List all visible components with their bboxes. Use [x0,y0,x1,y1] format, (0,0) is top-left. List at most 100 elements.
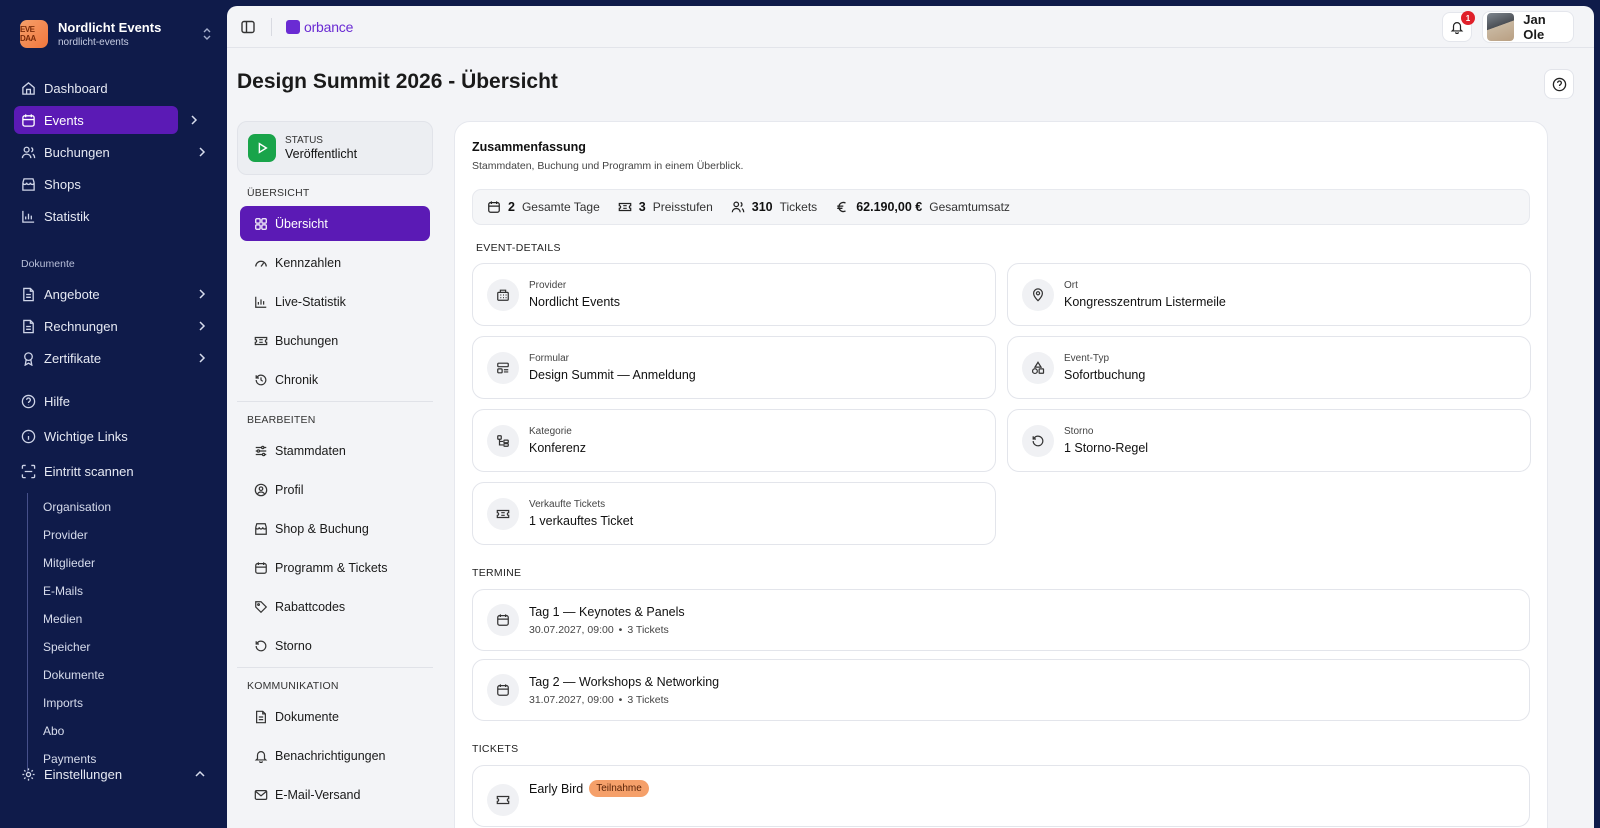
sidebar-item-label: Eintritt scannen [44,464,134,479]
subnav-item-label: Programm & Tickets [275,560,388,575]
sidebar-item-label: Zertifikate [44,350,102,366]
stat-price-tiers: 3 Preisstufen [618,200,713,214]
award-icon [21,351,36,366]
chevron-right-icon [198,288,206,300]
detail-card-event-typ[interactable]: Event-Typ Sofortbuchung [1007,336,1531,399]
ticket-icon [487,497,519,530]
notifications-button[interactable]: 1 [1442,11,1475,42]
mail-icon [254,788,268,802]
main-panel: orbance 1 Jan Ole Design Summit 2026 - Ü… [227,6,1594,828]
subnav-item-label: Dokumente [275,709,339,724]
termin-card[interactable]: Tag 1 — Keynotes & Panels 30.07.2027, 09… [472,589,1530,651]
subnav-item-uebersicht[interactable]: Übersicht [240,206,430,241]
sidebar-item-wichtige-links[interactable]: Wichtige Links [14,421,212,452]
bar-chart-icon [254,295,268,309]
tickets-label: TICKETS [472,743,519,755]
detail-value: Nordlicht Events [529,295,621,309]
detail-caption: Verkaufte Tickets [529,499,606,510]
subnav-item-label: Shop & Buchung [275,521,369,536]
submenu-item-imports[interactable]: Imports [43,689,212,717]
org-switcher[interactable]: EVE DAA Nordlicht Events nordlicht-event… [14,14,212,54]
gauge-icon [254,256,268,270]
submenu-item-organisation[interactable]: Organisation [43,493,212,521]
subnav-item-dokumente[interactable]: Dokumente [240,699,430,734]
subnav-item-storno[interactable]: Storno [240,628,430,663]
sidebar-item-label: Angebote [44,286,100,302]
submenu-item-dokumente[interactable]: Dokumente [43,661,212,689]
termin-card[interactable]: Tag 2 — Workshops & Networking 31.07.202… [472,659,1530,721]
submenu-item-mitglieder[interactable]: Mitglieder [43,549,212,577]
sidebar-toggle-icon[interactable] [239,18,257,36]
sidebar-item-shops[interactable]: Shops [14,170,212,198]
detail-card-formular[interactable]: Formular Design Summit — Anmeldung [472,336,996,399]
document-icon [254,710,268,724]
subnav-item-label: Storno [275,638,312,653]
event-subnav: STATUS Veröffentlicht ÜBERSICHT Übersich… [237,121,433,816]
submenu-item-provider[interactable]: Provider [43,521,212,549]
status-card[interactable]: STATUS Veröffentlicht [237,121,433,175]
sidebar-item-rechnungen[interactable]: Rechnungen [14,312,212,340]
sidebar-item-dashboard[interactable]: Dashboard [14,74,212,102]
sidebar-item-label: Wichtige Links [44,429,128,444]
stat-revenue: 62.190,00 € Gesamtumsatz [835,200,1010,214]
euro-icon [835,200,849,214]
stat-value: 310 [751,200,773,214]
detail-card-verkaufte-tickets[interactable]: Verkaufte Tickets 1 verkauftes Ticket [472,482,996,545]
sidebar-item-events[interactable]: Events [14,106,178,134]
notification-badge: 1 [1461,11,1475,25]
subnav-item-programm-tickets[interactable]: Programm & Tickets [240,550,430,585]
chevron-up-down-icon [202,27,212,41]
detail-card-storno[interactable]: Storno 1 Storno-Regel [1007,409,1531,472]
submenu-item-abo[interactable]: Abo [43,717,212,745]
subnav-item-e-mail-versand[interactable]: E-Mail-Versand [240,777,430,812]
sidebar-item-angebote[interactable]: Angebote [14,280,212,308]
stat-value: 3 [638,200,646,214]
subnav-item-chronik[interactable]: Chronik [240,362,430,397]
sidebar-item-statistik[interactable]: Statistik [14,202,212,230]
calendar-icon [21,113,36,128]
ticket-card[interactable]: Early Bird Teilnahme [472,765,1530,827]
subnav-item-benachrichtigungen[interactable]: Benachrichtigungen [240,738,430,773]
submenu-item-medien[interactable]: Medien [43,605,212,633]
detail-value: Design Summit — Anmeldung [529,368,696,382]
play-icon [248,134,276,162]
help-button[interactable] [1544,69,1574,99]
subnav-item-shop-buchung[interactable]: Shop & Buchung [240,511,430,546]
sliders-icon [254,444,268,458]
chevron-right-icon[interactable] [190,114,198,126]
subnav-section-bearbeiten: BEARBEITEN [247,414,316,426]
sidebar-item-buchungen[interactable]: Buchungen [14,138,212,166]
termin-date: 30.07.2027, 09:00 [529,623,614,636]
org-slug: nordlicht-events [58,37,129,48]
sidebar-item-hilfe[interactable]: Hilfe [14,386,212,417]
user-menu-button[interactable]: Jan Ole [1482,11,1574,43]
subnav-item-label: Live-Statistik [275,294,346,309]
sidebar-item-label: Statistik [44,208,90,224]
termin-tickets: 3 Tickets [627,693,669,706]
submenu-item-speicher[interactable]: Speicher [43,633,212,661]
detail-card-kategorie[interactable]: Kategorie Konferenz [472,409,996,472]
detail-caption: Ort [1064,280,1078,291]
subnav-item-stammdaten[interactable]: Stammdaten [240,433,430,468]
subnav-item-profil[interactable]: Profil [240,472,430,507]
brand-logo[interactable]: orbance [286,19,353,35]
sidebar-item-label: Buchungen [44,144,110,160]
subnav-item-kennzahlen[interactable]: Kennzahlen [240,245,430,280]
termin-date: 31.07.2027, 09:00 [529,693,614,706]
subnav-item-live-statistik[interactable]: Live-Statistik [240,284,430,319]
subnav-item-rabattcodes[interactable]: Rabattcodes [240,589,430,624]
sidebar-item-einstellungen[interactable]: Einstellungen [14,760,212,788]
scan-icon [21,464,36,479]
app-sidebar: EVE DAA Nordlicht Events nordlicht-event… [0,0,226,828]
subnav-item-buchungen[interactable]: Buchungen [240,323,430,358]
detail-value: Sofortbuchung [1064,368,1146,382]
sidebar-item-eintritt-scannen[interactable]: Eintritt scannen [14,456,212,487]
sidebar-item-zertifikate[interactable]: Zertifikate [14,344,212,372]
document-icon [21,287,36,302]
detail-card-ort[interactable]: Ort Kongresszentrum Listermeile [1007,263,1531,326]
sidebar-item-label: Dashboard [44,80,108,96]
submenu-item-e-mails[interactable]: E-Mails [43,577,212,605]
ticket-icon [487,784,519,816]
summary-stats-bar: 2 Gesamte Tage 3 Preisstufen 310 Tickets… [472,189,1530,225]
detail-card-provider[interactable]: Provider Nordlicht Events [472,263,996,326]
